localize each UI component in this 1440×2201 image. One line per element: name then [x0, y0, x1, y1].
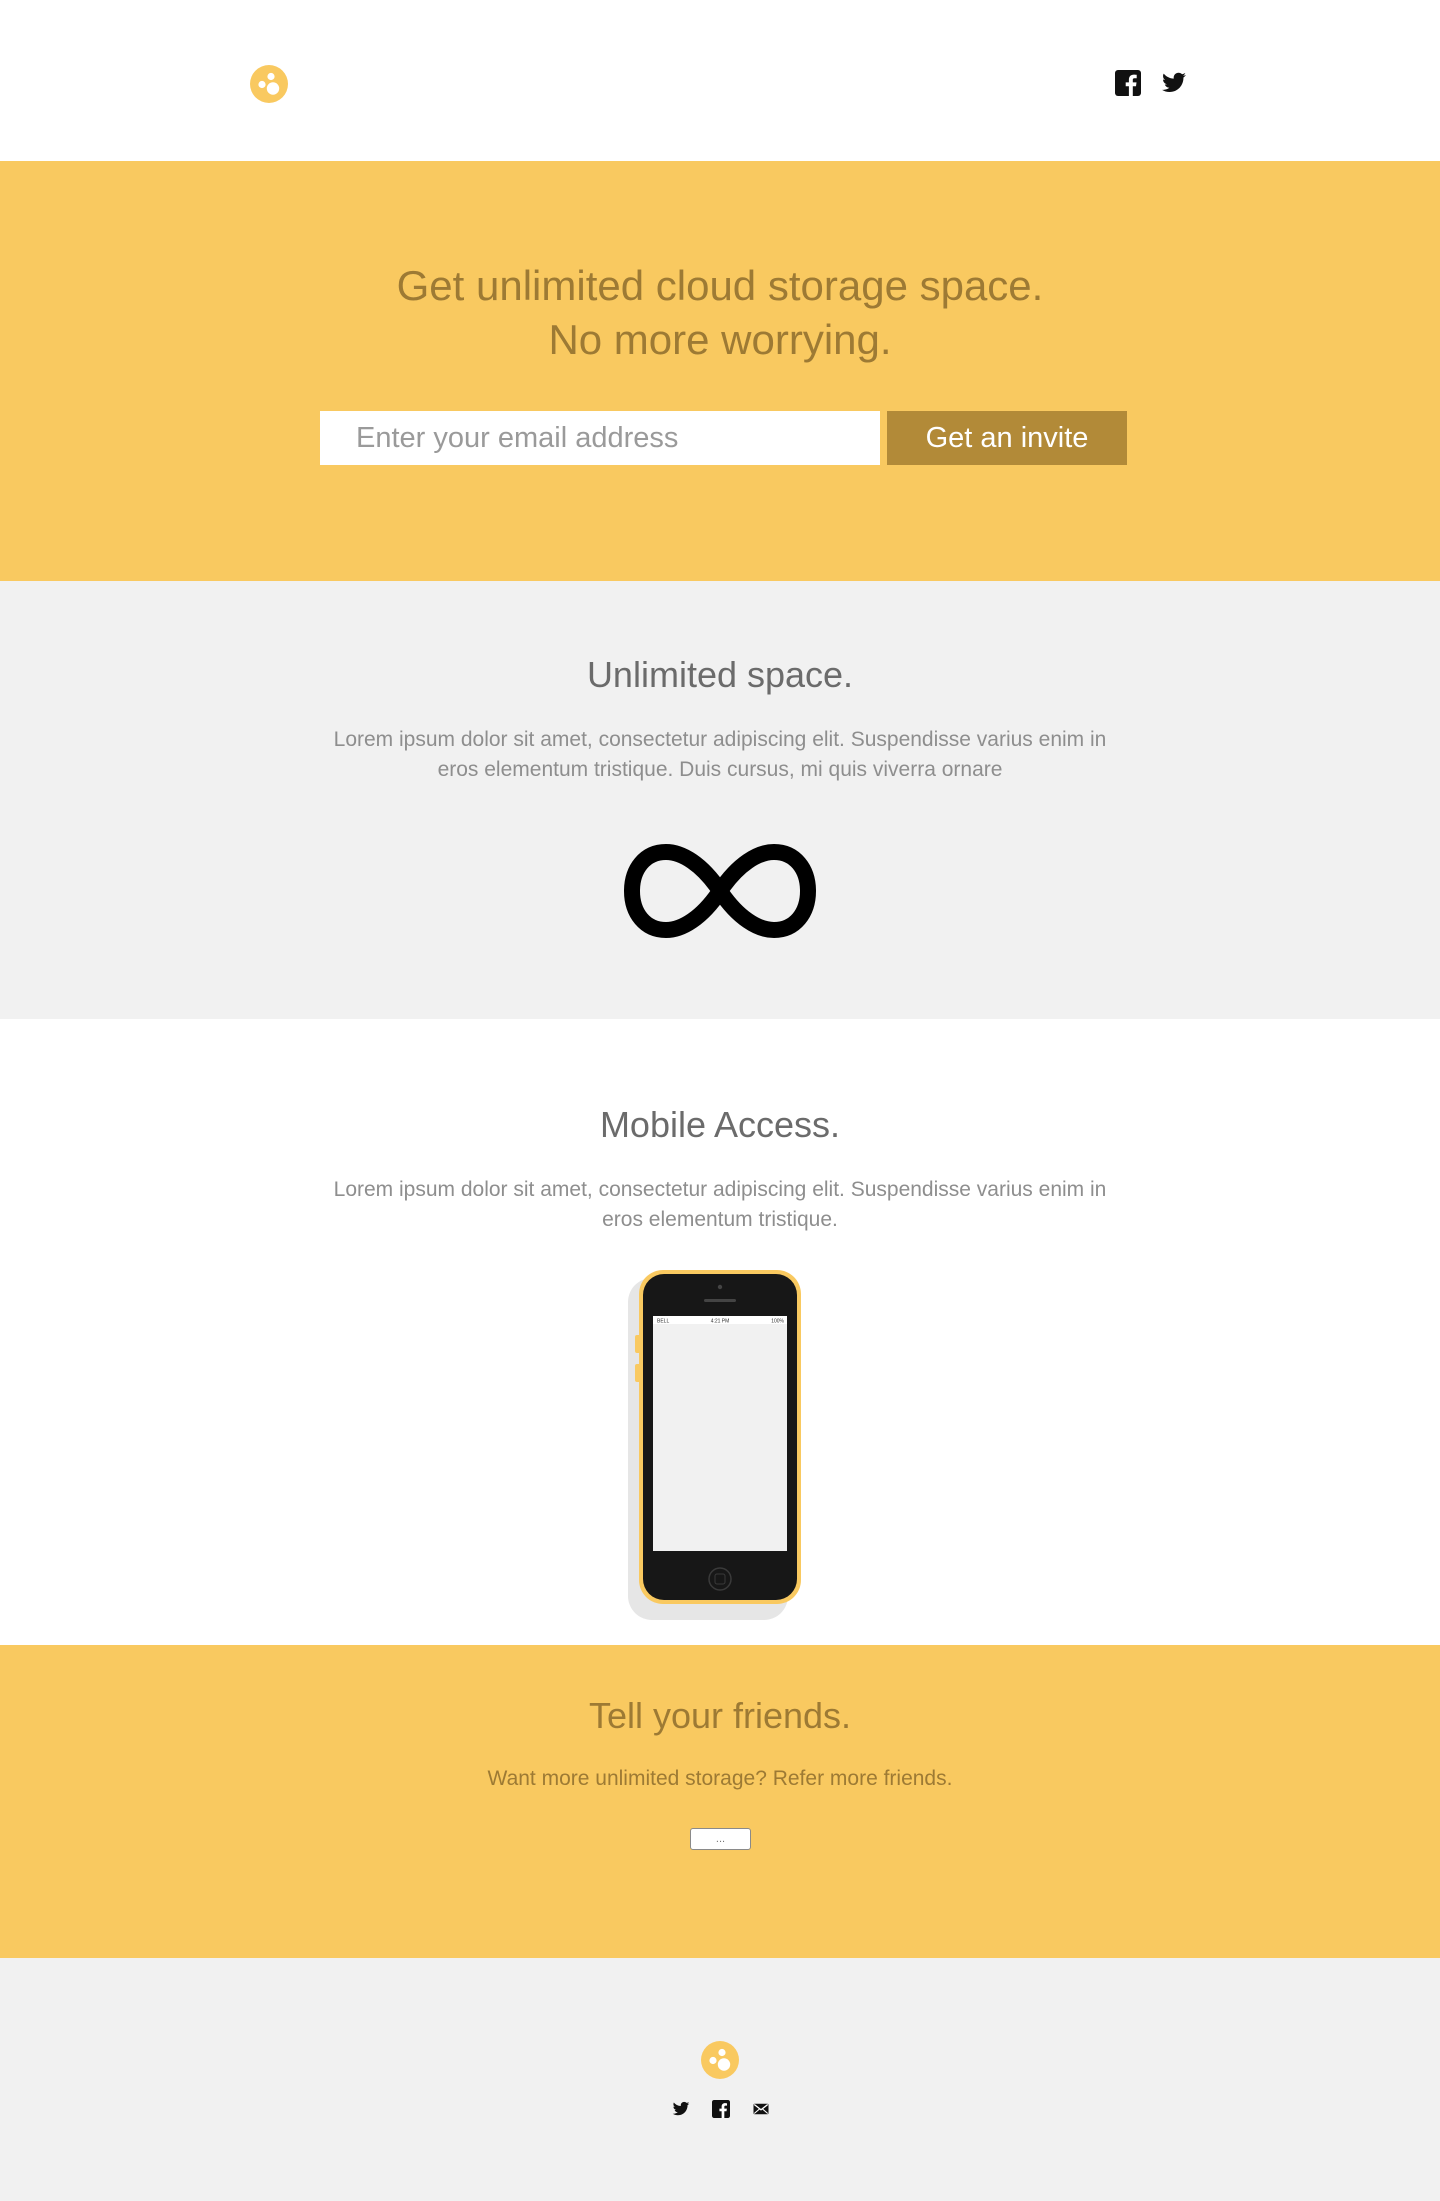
phone-status-battery: 100% — [771, 1319, 784, 1325]
mobile-body: Lorem ipsum dolor sit amet, consectetur … — [333, 1178, 1107, 1231]
hero-title: Get unlimited cloud storage space. No mo… — [0, 259, 1440, 367]
unlimited-space-section: Unlimited space. Lorem ipsum dolor sit a… — [0, 581, 1440, 1019]
phone-mockup-image: BELL 4:21 PM 100% — [628, 1270, 801, 1620]
hero-section: Get unlimited cloud storage space. No mo… — [0, 161, 1440, 581]
unlimited-title: Unlimited space. — [586, 654, 854, 695]
mail-icon[interactable] — [752, 2100, 770, 2118]
hero-title-line2: No more worrying. — [548, 316, 892, 363]
facebook-icon[interactable] — [712, 2100, 730, 2118]
site-header — [0, 0, 1440, 161]
phone-status-time: 4:21 PM — [711, 1319, 730, 1325]
get-invite-button[interactable]: Get an invite — [887, 411, 1127, 465]
tell-friends-section: Tell your friends. Want more unlimited s… — [0, 1645, 1440, 1958]
footer-social-links — [672, 2100, 770, 2118]
logo-circle-icon[interactable] — [250, 65, 288, 103]
header-social-links — [1115, 70, 1187, 96]
twitter-icon[interactable] — [672, 2100, 690, 2118]
twitter-icon[interactable] — [1161, 70, 1187, 96]
logo-circle-icon[interactable] — [701, 2041, 739, 2079]
infinity-icon — [623, 843, 817, 939]
hero-title-line1: Get unlimited cloud storage space. — [396, 262, 1044, 309]
share-button[interactable]: ... — [690, 1828, 751, 1850]
friends-body: Want more unlimited storage? Refer more … — [487, 1767, 953, 1790]
mobile-access-section: Mobile Access. Lorem ipsum dolor sit ame… — [0, 1019, 1440, 1645]
phone-status-carrier: BELL — [657, 1319, 669, 1325]
facebook-icon[interactable] — [1115, 70, 1141, 96]
friends-title: Tell your friends. — [588, 1695, 852, 1736]
email-input[interactable] — [320, 411, 880, 465]
site-footer — [0, 1958, 1440, 2201]
invite-form: Get an invite — [320, 411, 1127, 465]
unlimited-body: Lorem ipsum dolor sit amet, consectetur … — [333, 728, 1107, 781]
mobile-title: Mobile Access. — [599, 1104, 841, 1145]
